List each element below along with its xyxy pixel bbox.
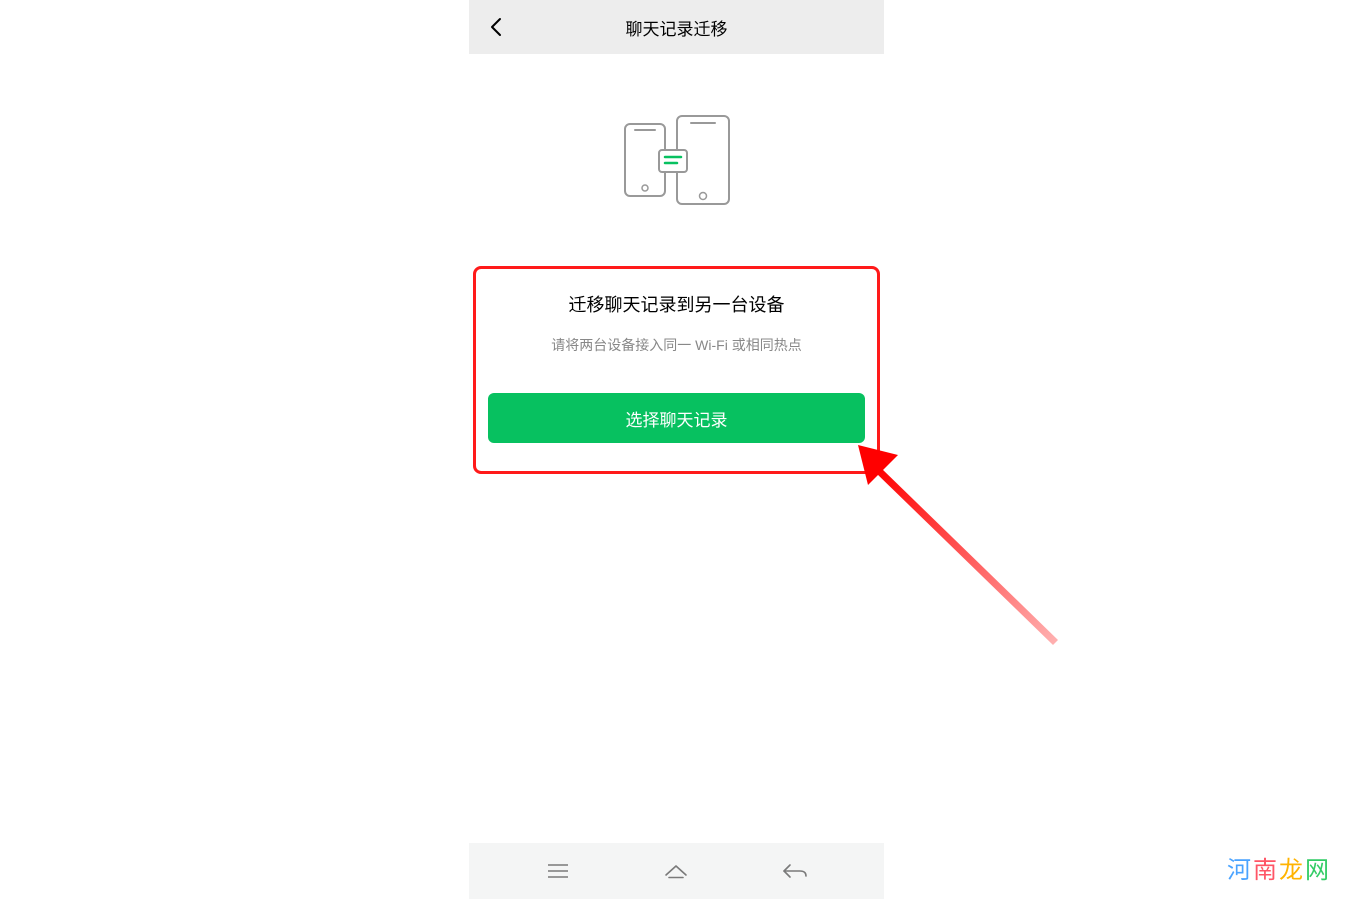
watermark: 河南龙网 [1227,850,1331,885]
back-chevron-icon [490,17,502,37]
select-button-label: 选择聊天记录 [626,406,728,431]
recent-apps-icon [546,862,570,880]
watermark-char-2: 南 [1253,857,1279,884]
home-button[interactable] [636,862,716,880]
phone-screen: 聊天记录迁移 迁移聊天记录到另一台设备 请将两台设备接入同一 Wi-Fi 或相同… [469,0,884,899]
content-area: 迁移聊天记录到另一台设备 请将两台设备接入同一 Wi-Fi 或相同热点 选择聊天… [469,54,884,474]
system-nav-bar [469,843,884,899]
page-title: 聊天记录迁移 [469,15,884,40]
transfer-illustration [469,114,884,206]
home-icon [663,862,689,880]
recent-apps-button[interactable] [518,862,598,880]
watermark-char-3: 龙 [1279,857,1305,884]
annotation-arrow [858,445,1078,670]
watermark-char-4: 网 [1305,857,1331,884]
highlighted-section: 迁移聊天记录到另一台设备 请将两台设备接入同一 Wi-Fi 或相同热点 选择聊天… [473,266,880,474]
nav-back-button[interactable] [755,862,835,880]
transfer-title: 迁移聊天记录到另一台设备 [488,291,865,317]
nav-back-icon [782,862,808,880]
watermark-char-1: 河 [1227,857,1253,884]
select-chat-records-button[interactable]: 选择聊天记录 [488,393,865,443]
header-bar: 聊天记录迁移 [469,0,884,54]
phone-transfer-icon [617,114,737,206]
back-button[interactable] [469,0,523,54]
transfer-subtitle: 请将两台设备接入同一 Wi-Fi 或相同热点 [488,335,865,355]
